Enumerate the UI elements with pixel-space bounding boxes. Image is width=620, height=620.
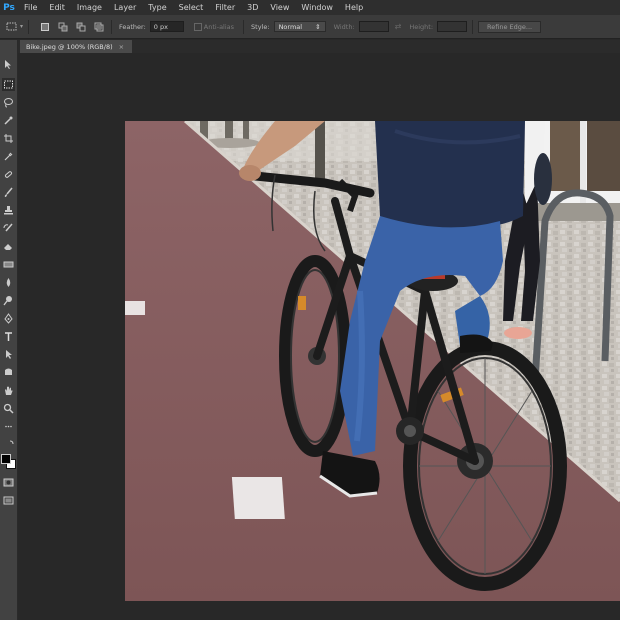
history-brush-icon[interactable] [2, 222, 15, 235]
document-image[interactable] [125, 121, 620, 601]
hand-icon[interactable] [2, 384, 15, 397]
divider [111, 19, 113, 34]
document-tab-title: Bike.jpeg @ 100% (RGB/8) [26, 42, 113, 51]
type-icon[interactable] [2, 330, 15, 343]
blur-icon[interactable] [2, 276, 15, 289]
menu-view[interactable]: View [264, 3, 295, 12]
marquee-preset-icon[interactable] [4, 20, 18, 34]
intersect-selection-icon[interactable] [92, 20, 106, 34]
eyedropper-icon[interactable] [2, 150, 15, 163]
chevron-down-icon[interactable]: ▾ [20, 23, 23, 30]
crop-icon[interactable] [2, 132, 15, 145]
new-selection-icon[interactable] [38, 20, 52, 34]
menu-select[interactable]: Select [173, 3, 210, 12]
dodge-icon[interactable] [2, 294, 15, 307]
menu-edit[interactable]: Edit [43, 3, 71, 12]
style-value: Normal [278, 22, 303, 31]
brush-icon[interactable] [2, 186, 15, 199]
menu-3d[interactable]: 3D [241, 3, 264, 12]
zoom-icon[interactable] [2, 402, 15, 415]
eraser-icon[interactable] [2, 240, 15, 253]
refine-edge-button[interactable]: Refine Edge... [478, 20, 542, 33]
feather-label: Feather: [119, 22, 146, 31]
menu-window[interactable]: Window [295, 3, 339, 12]
ellipsis-icon[interactable] [2, 420, 15, 433]
menu-file[interactable]: File [18, 3, 43, 12]
menu-layer[interactable]: Layer [108, 3, 142, 12]
lasso-icon[interactable] [2, 96, 15, 109]
style-select[interactable]: Normal ⇕ [273, 21, 326, 32]
divider [472, 19, 474, 34]
foreground-color-swatch[interactable] [1, 454, 11, 464]
screen-mode-icon[interactable] [2, 494, 15, 507]
menu-type[interactable]: Type [142, 3, 172, 12]
feather-input[interactable]: 0 px [149, 21, 184, 32]
height-label: Height: [409, 22, 434, 31]
width-input[interactable] [358, 21, 389, 32]
menu-bar: Ps File Edit Image Layer Type Select Fil… [0, 0, 620, 15]
menu-image[interactable]: Image [71, 3, 108, 12]
move-icon[interactable] [2, 58, 15, 71]
add-selection-icon[interactable] [56, 20, 70, 34]
close-icon[interactable]: × [119, 43, 124, 51]
clone-stamp-icon[interactable] [2, 204, 15, 217]
gradient-icon[interactable] [2, 258, 15, 271]
shape-icon[interactable] [2, 366, 15, 379]
antialias-checkbox[interactable] [193, 22, 202, 31]
width-label: Width: [333, 22, 355, 31]
menu-filter[interactable]: Filter [209, 3, 241, 12]
app-logo: Ps [3, 2, 15, 13]
document-tab-bar: Bike.jpeg @ 100% (RGB/8) × [18, 40, 620, 53]
options-bar: ▾ Feather: 0 px Anti-alias Style: Normal… [0, 15, 620, 39]
document-tab[interactable]: Bike.jpeg @ 100% (RGB/8) × [20, 40, 133, 53]
pen-icon[interactable] [2, 312, 15, 325]
healing-icon[interactable] [2, 168, 15, 181]
swap-dimensions-icon[interactable]: ⇄ [395, 22, 402, 31]
height-input[interactable] [437, 21, 468, 32]
chevron-updown-icon: ⇕ [315, 22, 321, 31]
tools-panel [0, 40, 18, 620]
color-swatches-icon[interactable] [1, 454, 17, 470]
quick-mask-icon[interactable] [2, 476, 15, 489]
menu-help[interactable]: Help [339, 3, 369, 12]
style-label: Style: [251, 22, 270, 31]
divider [243, 19, 245, 34]
quick-select-icon[interactable] [2, 114, 15, 127]
reset-colors-icon[interactable] [2, 438, 15, 451]
subtract-selection-icon[interactable] [74, 20, 88, 34]
divider [28, 19, 30, 34]
antialias-label: Anti-alias [203, 22, 235, 31]
path-select-icon[interactable] [2, 348, 15, 361]
marquee-icon[interactable] [2, 78, 15, 91]
